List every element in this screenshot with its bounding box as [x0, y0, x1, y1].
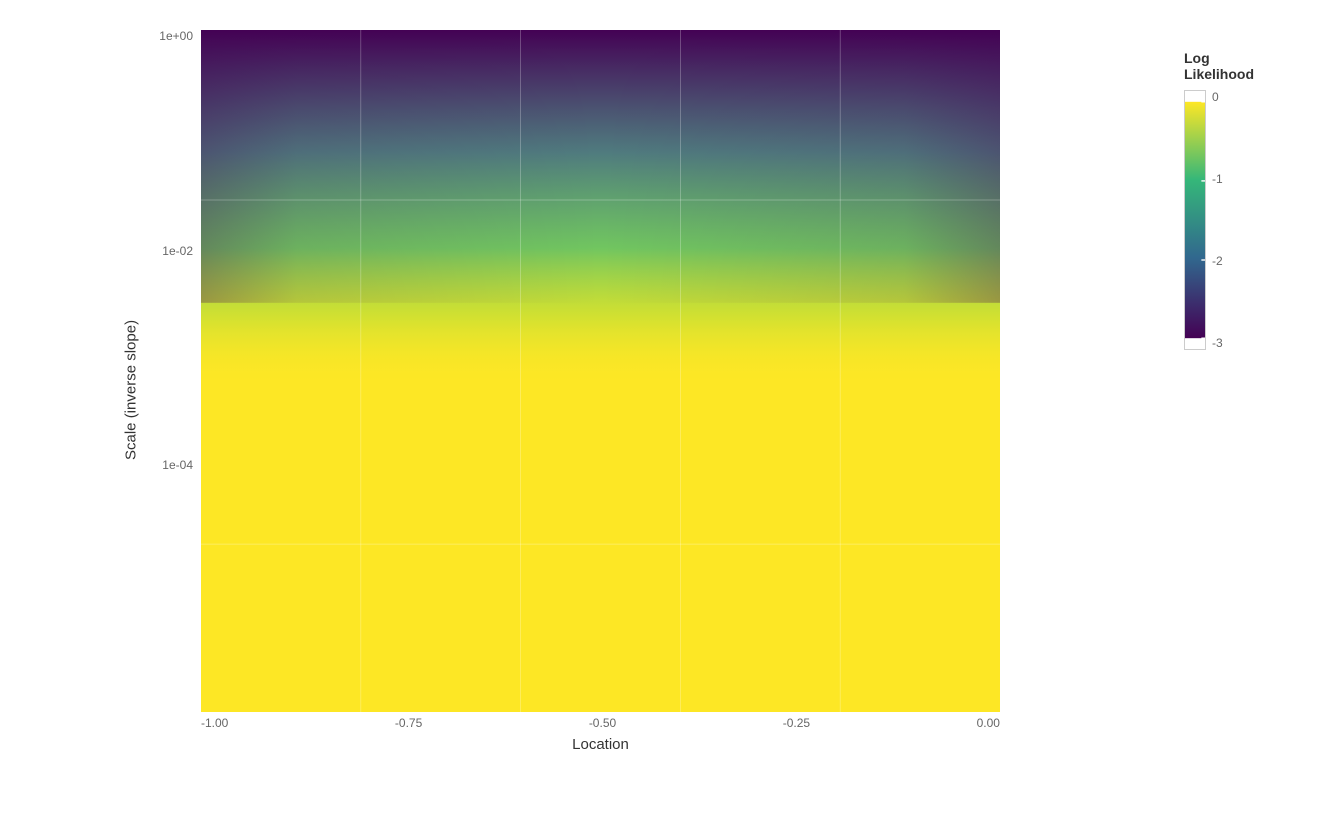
chart-area: Scale (inverse slope) 1e+00 1e-02 1e-04 — [120, 30, 1000, 750]
legend-tick-neg1: -1 — [1212, 172, 1223, 186]
legend-tick-neg3: -3 — [1212, 336, 1223, 350]
y-tick-1e00: 1e+00 — [159, 30, 193, 42]
legend-tick-0: 0 — [1212, 90, 1223, 104]
legend-area: Log Likelihood 0 — [1184, 50, 1314, 350]
y-axis-label: Scale (inverse slope) — [120, 30, 142, 750]
y-tick-1e-04: 1e-04 — [162, 459, 193, 471]
plot-with-yaxis: Scale (inverse slope) 1e+00 1e-02 1e-04 — [120, 30, 1000, 750]
x-tick-neg075: -0.75 — [395, 716, 422, 730]
legend-title-line2: Likelihood — [1184, 66, 1254, 82]
x-axis-area: -1.00 -0.75 -0.50 -0.25 0.00 Location — [201, 712, 1000, 750]
x-ticks: -1.00 -0.75 -0.50 -0.25 0.00 — [201, 712, 1000, 730]
x-tick-neg025: -0.25 — [783, 716, 810, 730]
y-tick-1e-02: 1e-02 — [162, 245, 193, 257]
legend-tick-neg2: -2 — [1212, 254, 1223, 268]
y-ticks: 1e+00 1e-02 1e-04 — [146, 30, 201, 750]
x-tick-neg05: -0.50 — [589, 716, 616, 730]
legend-ticks: 0 -1 -2 -3 — [1212, 90, 1223, 350]
heatmap-svg — [201, 30, 1000, 712]
chart-container: Scale (inverse slope) 1e+00 1e-02 1e-04 — [0, 0, 1344, 840]
x-axis-label: Location — [201, 736, 1000, 753]
y-ticks-and-plot: 1e+00 1e-02 1e-04 — [146, 30, 1000, 750]
x-tick-0: 0.00 — [977, 716, 1000, 730]
plot-panel: -1.00 -0.75 -0.50 -0.25 0.00 Location — [201, 30, 1000, 750]
legend-bar-svg — [1184, 90, 1206, 350]
legend-bar-container: 0 -1 -2 -3 — [1184, 90, 1223, 350]
legend-title-line1: Log — [1184, 50, 1210, 66]
x-tick-neg1: -1.00 — [201, 716, 228, 730]
